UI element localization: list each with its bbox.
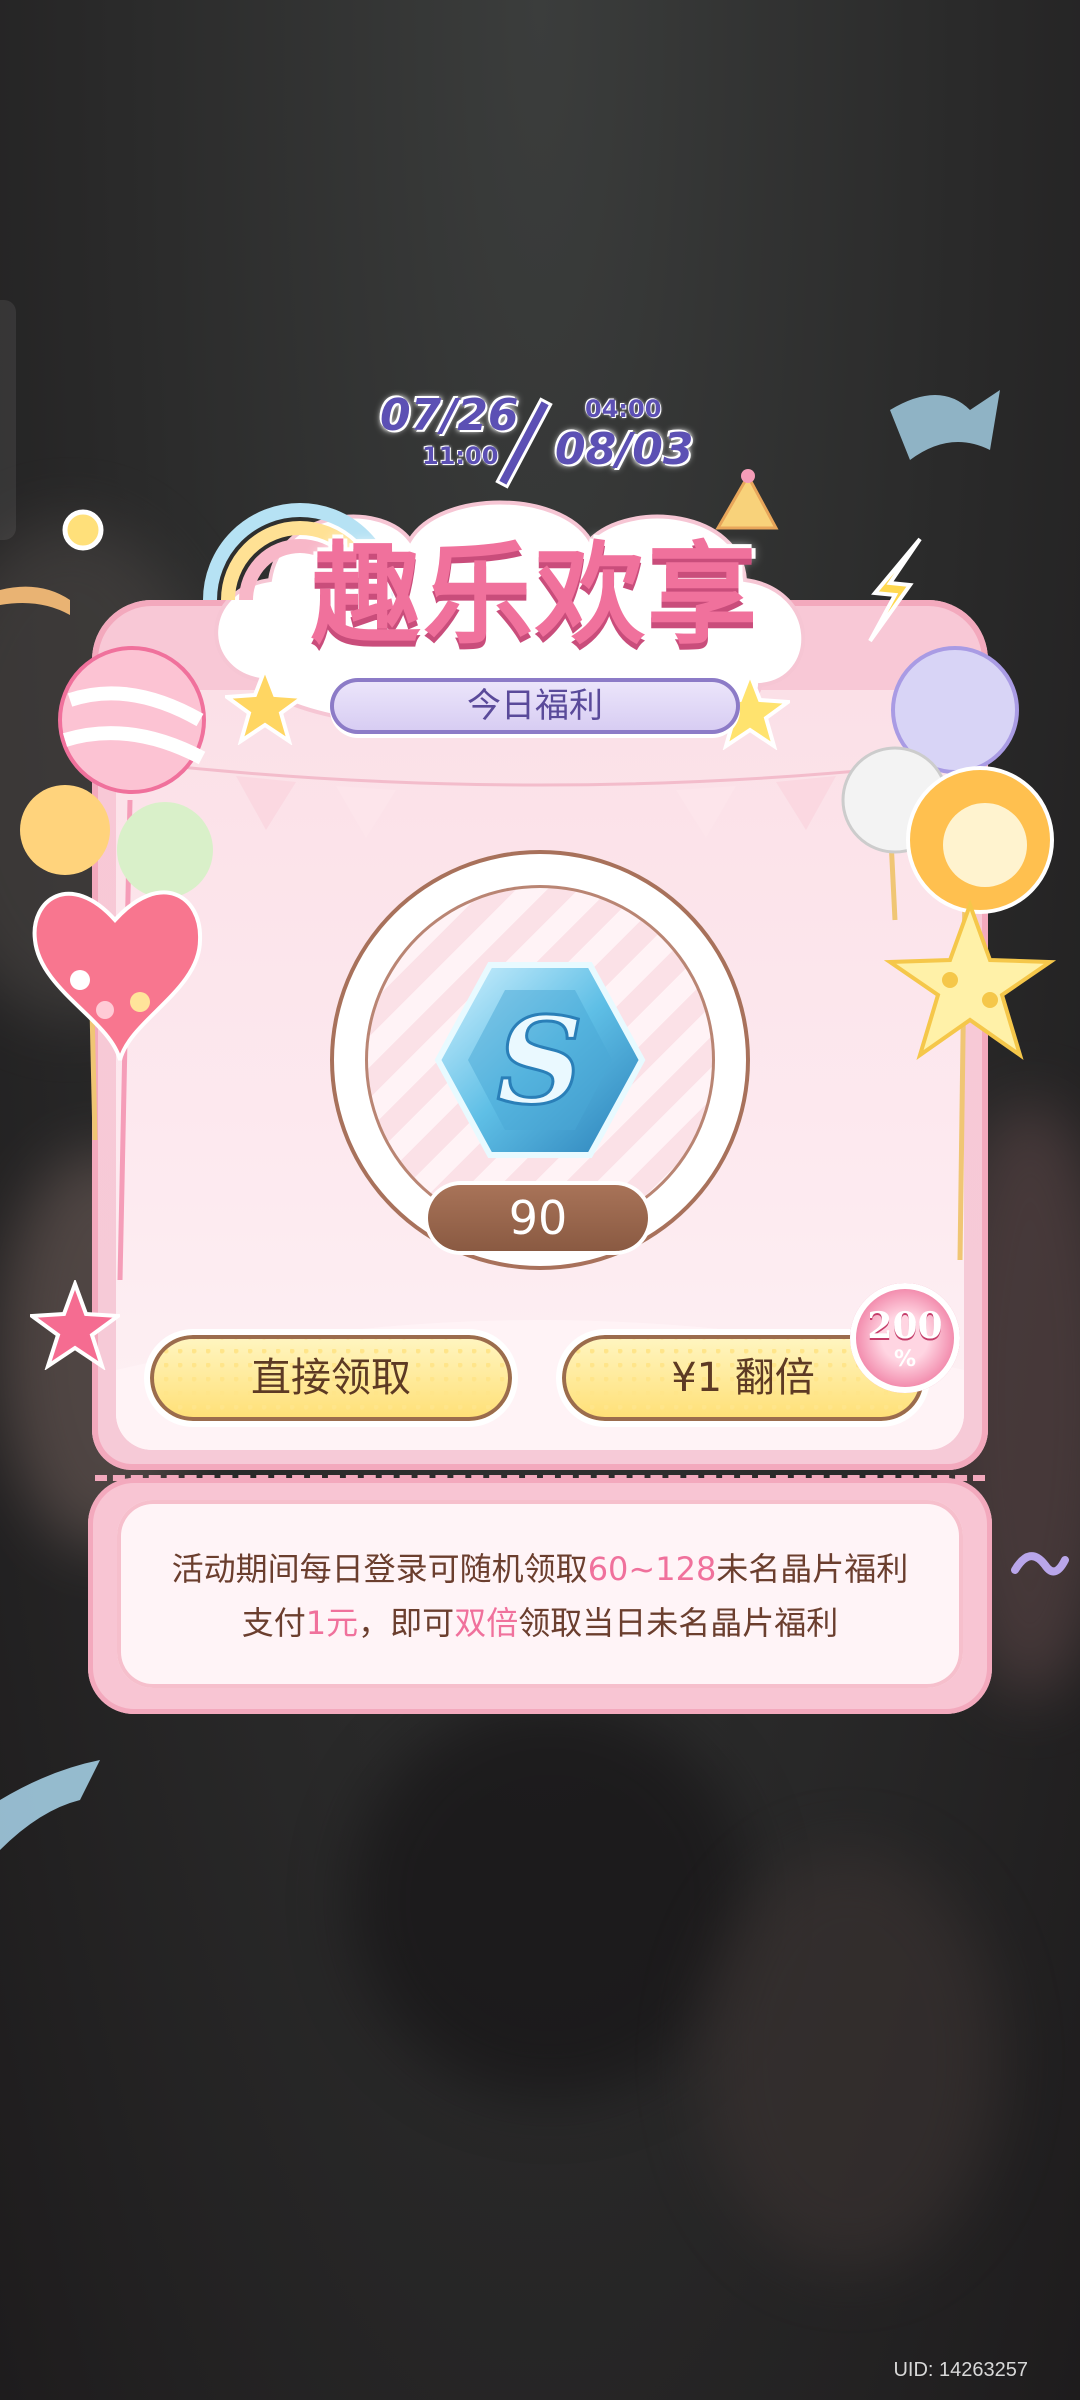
info-highlight: 60~128 bbox=[587, 1550, 717, 1588]
game-screen: 07/26 11:00 04:00 08/03 趣乐欢享 今日福利 S 90 直… bbox=[0, 0, 1080, 2400]
background-blur bbox=[350, 1700, 750, 2100]
info-line-1: 活动期间每日登录可随机领取60~128未名晶片福利 bbox=[117, 1544, 963, 1590]
badge-value: 200 bbox=[867, 1305, 943, 1347]
user-id: UID: 14263257 bbox=[893, 2359, 1028, 2381]
info-text: 未名晶片福利 bbox=[716, 1550, 909, 1588]
confetti-curl-icon bbox=[1011, 1552, 1069, 1576]
info-text: 领取当日未名晶片福利 bbox=[518, 1604, 839, 1642]
info-line-2: 支付1元，即可双倍领取当日未名晶片福利 bbox=[117, 1598, 963, 1644]
event-date-range: 07/26 11:00 04:00 08/03 bbox=[380, 390, 710, 500]
confetti-ribbon-icon bbox=[890, 390, 1000, 460]
info-text: 支付 bbox=[241, 1604, 306, 1642]
balloons-left-decoration bbox=[20, 646, 213, 1281]
info-panel-inner bbox=[117, 1500, 963, 1688]
side-drawer-handle[interactable] bbox=[0, 300, 16, 540]
event-subtitle: 今日福利 bbox=[330, 678, 740, 734]
double-badge: 200 % bbox=[850, 1283, 960, 1393]
star-decoration-icon bbox=[30, 1280, 120, 1370]
balloons-right-decoration bbox=[841, 646, 1057, 1261]
start-time: 11:00 bbox=[422, 442, 499, 470]
orb-decoration-icon bbox=[62, 509, 104, 551]
info-highlight: 双倍 bbox=[454, 1604, 519, 1642]
svg-text:S: S bbox=[497, 991, 584, 1132]
info-text: ，即可 bbox=[358, 1604, 455, 1642]
start-date: 07/26 bbox=[380, 390, 519, 441]
lightning-star-icon bbox=[868, 537, 922, 643]
info-highlight: 1元 bbox=[305, 1604, 359, 1642]
end-date: 08/03 bbox=[555, 424, 694, 475]
event-title: 趣乐欢享 bbox=[311, 531, 759, 659]
reward-amount: 90 bbox=[428, 1185, 648, 1251]
end-time: 04:00 bbox=[585, 395, 662, 423]
star-decoration-icon bbox=[225, 665, 305, 745]
s-crystal-icon: S bbox=[434, 962, 646, 1158]
claim-button[interactable]: 直接领取 bbox=[150, 1335, 512, 1421]
background-blur bbox=[700, 1850, 1000, 2270]
badge-unit: % bbox=[893, 1347, 917, 1372]
confetti-ribbon-icon bbox=[0, 1760, 100, 1850]
info-text: 活动期间每日登录可随机领取 bbox=[171, 1550, 588, 1588]
confetti-ribbon-icon bbox=[0, 586, 70, 615]
